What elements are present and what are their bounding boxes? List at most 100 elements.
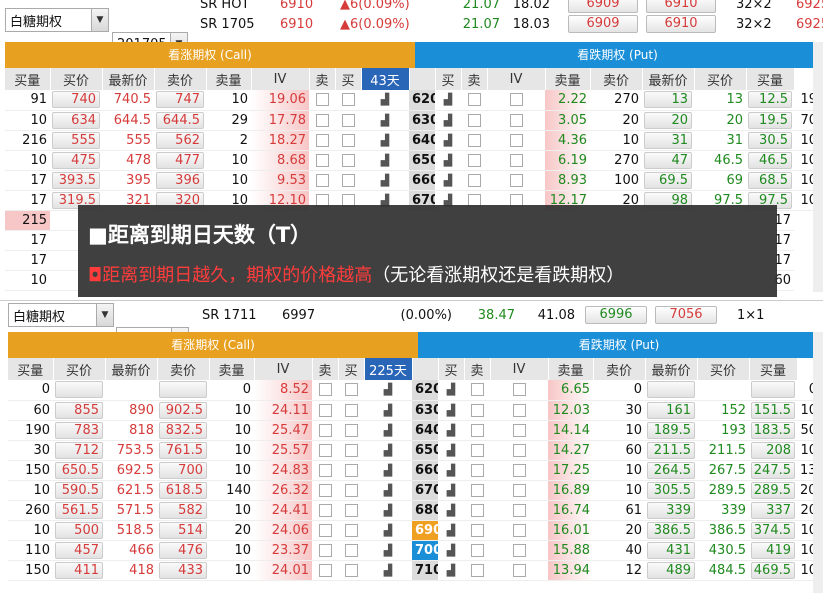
scrollbar-lower[interactable] xyxy=(813,332,823,593)
put-ask[interactable]: 161 xyxy=(647,401,695,419)
call-sell-checkbox[interactable] xyxy=(312,440,338,461)
call-bid-cell[interactable] xyxy=(53,380,105,401)
table-row[interactable]: 1104574664761023.37 ▟7000▟ 15.8840431430.5… xyxy=(8,540,820,561)
checkbox-box[interactable] xyxy=(341,173,355,187)
chart-icon[interactable]: ▟ xyxy=(361,170,409,191)
checkbox-box[interactable] xyxy=(341,133,355,147)
checkbox-box[interactable] xyxy=(318,483,332,497)
checkbox-box[interactable] xyxy=(344,403,358,417)
put-ask[interactable]: 69.5 xyxy=(644,171,692,189)
call-ask-cell[interactable]: 747 xyxy=(154,90,206,111)
put-buy-checkbox[interactable] xyxy=(461,110,487,131)
put-buy-checkbox[interactable] xyxy=(464,520,490,541)
put-ask-cell[interactable]: 264.5 xyxy=(645,460,697,481)
put-buy-checkbox[interactable] xyxy=(461,130,487,151)
put-ask[interactable] xyxy=(647,381,695,399)
checkbox-box[interactable] xyxy=(467,173,481,187)
checkbox-box[interactable] xyxy=(318,423,332,437)
put-ask-cell[interactable]: 161 xyxy=(645,400,697,421)
call-bid-cell[interactable]: 783 xyxy=(53,420,105,441)
put-buy-checkbox[interactable] xyxy=(461,90,487,111)
scrollbar-upper[interactable] xyxy=(813,42,823,292)
put-ask[interactable]: 189.5 xyxy=(647,421,695,439)
table-row[interactable]: 10590.5621.5618.514026.32▟6700▟16.891030… xyxy=(8,480,820,501)
call-ask[interactable]: 562 xyxy=(156,131,204,149)
call-ask-cell[interactable]: 562 xyxy=(154,130,206,151)
checkbox-box[interactable] xyxy=(512,423,526,437)
put-ask[interactable]: 431 xyxy=(647,541,695,559)
checkbox-box[interactable] xyxy=(509,153,523,167)
checkbox-box[interactable] xyxy=(315,153,329,167)
call-bid-cell[interactable]: 475 xyxy=(50,150,102,171)
quote-bid-box[interactable]: 6909 xyxy=(568,15,638,33)
call-bid[interactable]: 500 xyxy=(55,521,103,539)
checkbox-box[interactable] xyxy=(470,503,484,517)
put-ask[interactable]: 20 xyxy=(644,111,692,129)
checkbox-box[interactable] xyxy=(344,383,358,397)
product-select-2[interactable]: 白糖期权 ▼ xyxy=(8,303,114,327)
put-ask-cell[interactable]: 189.5 xyxy=(645,420,697,441)
call-buy-checkbox[interactable] xyxy=(338,500,364,521)
checkbox-box[interactable] xyxy=(344,523,358,537)
put-ask[interactable]: 47 xyxy=(644,151,692,169)
chart-icon[interactable]: ▟ xyxy=(364,440,412,461)
call-buy-checkbox[interactable] xyxy=(338,380,364,401)
call-ask-cell[interactable] xyxy=(157,380,209,401)
table-row[interactable]: 10500518.55142024.06▟6900▟16.0120386.538… xyxy=(8,520,820,541)
checkbox-box[interactable] xyxy=(318,523,332,537)
chart-icon[interactable]: ▟ xyxy=(438,440,464,461)
put-bid-cell[interactable]: 46.5 xyxy=(746,150,794,171)
call-ask-cell[interactable]: 396 xyxy=(154,170,206,191)
call-ask[interactable]: 396 xyxy=(156,171,204,189)
chart-icon[interactable]: ▟ xyxy=(438,460,464,481)
put-buy-checkbox[interactable] xyxy=(464,380,490,401)
chart-icon[interactable]: ▟ xyxy=(364,520,412,541)
call-buy-checkbox[interactable] xyxy=(338,480,364,501)
put-sell-checkbox[interactable] xyxy=(487,90,545,111)
put-buy-checkbox[interactable] xyxy=(464,460,490,481)
table-row[interactable]: 30712753.5761.51025.57▟6500▟14.2760211.5… xyxy=(8,440,820,461)
call-bid[interactable]: 783 xyxy=(55,421,103,439)
chart-icon[interactable]: ▟ xyxy=(361,130,409,151)
chart-icon[interactable]: ▟ xyxy=(435,130,461,151)
checkbox-box[interactable] xyxy=(512,503,526,517)
checkbox-box[interactable] xyxy=(512,463,526,477)
put-sell-checkbox[interactable] xyxy=(490,540,548,561)
call-buy-checkbox[interactable] xyxy=(335,90,361,111)
put-bid-cell[interactable]: 151.5 xyxy=(749,400,797,421)
call-ask-cell[interactable]: 433 xyxy=(157,560,209,581)
put-bid[interactable]: 68.5 xyxy=(748,171,792,189)
chart-icon[interactable]: ▟ xyxy=(364,380,412,401)
call-ask[interactable]: 582 xyxy=(159,501,207,519)
call-buy-checkbox[interactable] xyxy=(338,520,364,541)
call-ask-cell[interactable]: 644.5 xyxy=(154,110,206,131)
chart-icon[interactable]: ▟ xyxy=(361,150,409,171)
call-bid[interactable]: 590.5 xyxy=(55,481,103,499)
put-ask[interactable]: 386.5 xyxy=(647,521,695,539)
put-buy-checkbox[interactable] xyxy=(464,560,490,581)
chart-icon[interactable]: ▟ xyxy=(438,540,464,561)
checkbox-box[interactable] xyxy=(344,503,358,517)
put-sell-checkbox[interactable] xyxy=(487,170,545,191)
put-bid[interactable]: 46.5 xyxy=(748,151,792,169)
put-sell-checkbox[interactable] xyxy=(490,440,548,461)
put-bid[interactable]: 289.5 xyxy=(751,481,795,499)
call-buy-checkbox[interactable] xyxy=(335,130,361,151)
checkbox-box[interactable] xyxy=(315,113,329,127)
table-row[interactable]: 10634644.5644.52917.78▟6300▟3.0520202019… xyxy=(5,110,820,131)
checkbox-box[interactable] xyxy=(344,543,358,557)
call-bid[interactable]: 740 xyxy=(52,91,100,109)
call-bid[interactable]: 634 xyxy=(52,111,100,129)
call-sell-checkbox[interactable] xyxy=(312,400,338,421)
put-ask-cell[interactable]: 31 xyxy=(642,130,694,151)
checkbox-box[interactable] xyxy=(318,403,332,417)
call-bid-cell[interactable]: 393.5 xyxy=(50,170,102,191)
checkbox-box[interactable] xyxy=(512,483,526,497)
checkbox-box[interactable] xyxy=(509,173,523,187)
checkbox-box[interactable] xyxy=(344,463,358,477)
call-sell-checkbox[interactable] xyxy=(309,90,335,111)
put-bid-cell[interactable]: 208 xyxy=(749,440,797,461)
call-sell-checkbox[interactable] xyxy=(309,170,335,191)
checkbox-box[interactable] xyxy=(318,503,332,517)
chart-icon[interactable]: ▟ xyxy=(364,460,412,481)
